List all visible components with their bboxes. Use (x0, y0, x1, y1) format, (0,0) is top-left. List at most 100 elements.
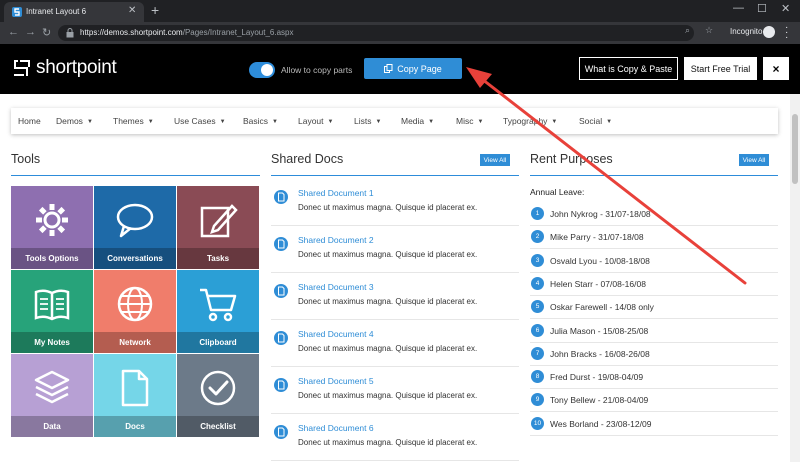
rent-item-separator (530, 434, 778, 436)
shared-doc-link[interactable]: Shared Document 1 (298, 188, 374, 198)
tool-tile-clipboard[interactable]: Clipboard (177, 270, 259, 353)
rent-list-item[interactable]: 4 Helen Starr - 07/08-16/08 (530, 273, 778, 296)
address-bar[interactable]: https://demos.shortpoint.com/Pages/Intra… (58, 25, 694, 41)
zoom-search-icon[interactable]: ⌕ (685, 25, 690, 36)
rent-list-item[interactable]: 1 John Nykrog - 31/07-18/08 (530, 203, 778, 226)
tool-tile-my-notes[interactable]: My Notes (11, 270, 93, 353)
copy-page-label: Copy Page (397, 63, 442, 74)
rent-item-number-badge: 9 (531, 393, 544, 407)
document-icon (274, 284, 288, 298)
nav-item-typography[interactable]: Typography ▼ (503, 116, 557, 126)
document-icon (274, 378, 288, 392)
rent-item-text: Osvald Lyou - 10/08-18/08 (550, 255, 650, 266)
rent-item-number-badge: 8 (531, 370, 544, 384)
browser-menu-icon[interactable]: · · · (785, 23, 788, 43)
tool-tile-docs[interactable]: Docs (94, 354, 176, 437)
shared-docs-divider (271, 175, 519, 176)
nav-item-use-cases[interactable]: Use Cases ▼ (174, 116, 226, 126)
scrollbar-thumb[interactable] (792, 114, 798, 184)
rent-list-item[interactable]: 2 Mike Parry - 31/07-18/08 (530, 226, 778, 249)
rent-item-number-badge: 10 (531, 416, 544, 430)
bookmark-star-icon[interactable]: ☆ (705, 25, 713, 36)
rent-view-all-button[interactable]: View All (739, 154, 769, 166)
start-free-trial-button[interactable]: Start Free Trial (684, 57, 757, 80)
incognito-icon[interactable] (763, 26, 775, 38)
rent-list-item[interactable]: 9 Tony Bellew - 21/08-04/09 (530, 389, 778, 412)
layers-icon (34, 370, 70, 404)
logo-mark-icon (14, 60, 30, 76)
window-close-icon[interactable]: ✕ (781, 2, 790, 15)
shared-doc-link[interactable]: Shared Document 4 (298, 329, 374, 339)
rent-list-item[interactable]: 10 Wes Borland - 23/08-12/09 (530, 413, 778, 436)
check-circle-icon (200, 370, 236, 406)
nav-item-themes[interactable]: Themes ▼ (113, 116, 154, 126)
nav-item-demos[interactable]: Demos ▼ (56, 116, 93, 126)
maximize-icon[interactable]: ☐ (757, 2, 767, 15)
cart-icon (200, 288, 237, 322)
shared-doc-link[interactable]: Shared Document 3 (298, 282, 374, 292)
close-tab-icon[interactable]: ✕ (128, 5, 136, 16)
tool-tile-data[interactable]: Data (11, 354, 93, 437)
copy-page-button[interactable]: Copy Page (364, 58, 462, 79)
shared-doc-description: Donec ut maximus magna. Quisque id place… (298, 297, 478, 306)
tools-divider (11, 175, 260, 176)
shared-doc-item: Shared Document 5 Donec ut maximus magna.… (274, 376, 514, 416)
tool-tile-network[interactable]: Network (94, 270, 176, 353)
forward-icon[interactable]: → (25, 26, 36, 38)
nav-item-basics[interactable]: Basics ▼ (243, 116, 278, 126)
shared-doc-description: Donec ut maximus magna. Quisque id place… (298, 391, 478, 400)
nav-item-social[interactable]: Social ▼ (579, 116, 612, 126)
tool-tile-label: Tasks (177, 248, 259, 269)
tool-tile-checklist[interactable]: Checklist (177, 354, 259, 437)
tool-tile-conversations[interactable]: Conversations (94, 186, 176, 269)
rent-list-item[interactable]: 3 Osvald Lyou - 10/08-18/08 (530, 250, 778, 273)
shortpoint-logo[interactable]: shortpoint (12, 57, 117, 79)
nav-item-label: Misc (456, 116, 474, 126)
tools-title: Tools (11, 152, 41, 166)
nav-item-lists[interactable]: Lists ▼ (354, 116, 381, 126)
page-scrollbar[interactable] (790, 94, 800, 462)
minimize-icon[interactable]: — (733, 2, 744, 14)
nav-item-label: Lists (354, 116, 372, 126)
tool-tile-tasks[interactable]: Tasks (177, 186, 259, 269)
allow-copy-label: Allow to copy parts (281, 65, 353, 75)
tool-tile-tools-options[interactable]: Tools Options (11, 186, 93, 269)
rent-list-item[interactable]: 7 John Bracks - 16/08-26/08 (530, 343, 778, 366)
shared-docs-view-all-button[interactable]: View All (480, 154, 510, 166)
nav-item-label: Home (18, 116, 41, 126)
reload-icon[interactable]: ↻ (42, 26, 51, 39)
shortpoint-favicon-icon (12, 7, 22, 17)
main-nav-bar: Home Demos ▼ Themes ▼ Use Cases ▼ Basics ▼ Layout… (11, 108, 778, 134)
rent-list-item[interactable]: 5 Oskar Farewell - 14/08 only (530, 296, 778, 319)
rent-item-text: Helen Starr - 07/08-16/08 (550, 278, 646, 289)
nav-item-home[interactable]: Home (18, 116, 41, 126)
shared-doc-separator (271, 272, 519, 273)
shared-doc-link[interactable]: Shared Document 5 (298, 376, 374, 386)
close-header-button[interactable]: × (763, 57, 789, 80)
rent-item-number-badge: 7 (531, 346, 544, 360)
allow-copy-toggle[interactable] (249, 62, 275, 78)
tool-tile-label: Docs (94, 416, 176, 437)
rent-item-text: John Bracks - 16/08-26/08 (550, 348, 650, 359)
nav-item-label: Social (579, 116, 603, 126)
back-icon[interactable]: ← (8, 26, 19, 38)
nav-item-media[interactable]: Media ▼ (401, 116, 434, 126)
nav-item-misc[interactable]: Misc ▼ (456, 116, 483, 126)
rent-item-number-badge: 3 (531, 253, 544, 267)
browser-tab[interactable]: Intranet Layout 6 ✕ (4, 2, 144, 22)
shared-doc-description: Donec ut maximus magna. Quisque id place… (298, 250, 478, 259)
what-is-copy-paste-button[interactable]: What is Copy & Paste (579, 57, 678, 80)
browser-tab-title: Intranet Layout 6 (26, 7, 87, 16)
rent-item-text: Wes Borland - 23/08-12/09 (550, 418, 652, 429)
rent-list-item[interactable]: 8 Fred Durst - 19/08-04/09 (530, 366, 778, 389)
nav-item-layout[interactable]: Layout ▼ (298, 116, 333, 126)
tool-tile-label: Clipboard (177, 332, 259, 353)
nav-item-label: Media (401, 116, 425, 126)
globe-icon (117, 286, 153, 322)
shared-doc-item: Shared Document 6 Donec ut maximus magna.… (274, 423, 514, 463)
shared-doc-item: Shared Document 4 Donec ut maximus magna.… (274, 329, 514, 369)
shared-doc-link[interactable]: Shared Document 2 (298, 235, 374, 245)
rent-list-item[interactable]: 6 Julia Mason - 15/08-25/08 (530, 320, 778, 343)
new-tab-icon[interactable]: + (151, 2, 159, 18)
shared-doc-link[interactable]: Shared Document 6 (298, 423, 374, 433)
